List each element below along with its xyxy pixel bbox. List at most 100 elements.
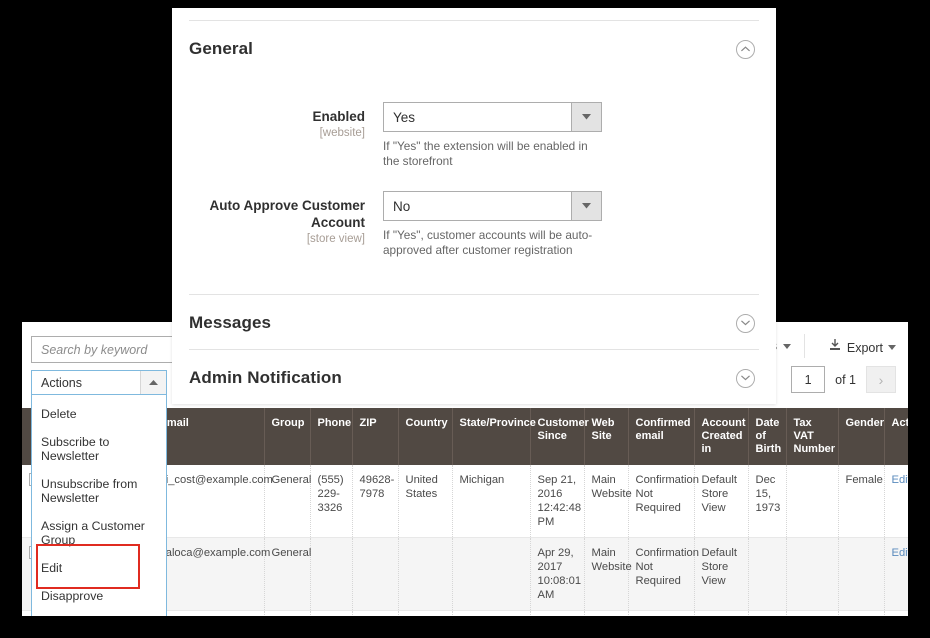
cell-confirmed-email: Confirmation Not Required [628, 537, 699, 611]
enabled-select-value: Yes [393, 109, 416, 125]
export-control[interactable]: Export [828, 338, 896, 357]
th-confirmed-email[interactable]: Confirmed email [628, 408, 695, 465]
th-tax-vat-number[interactable]: Tax VAT Number [786, 408, 839, 465]
auto-approve-select-value: No [393, 198, 411, 214]
cell-dob [748, 537, 787, 611]
cell-tax-vat [786, 465, 839, 538]
section-title-admin-notification: Admin Notification [189, 368, 342, 387]
section-header-admin-notification[interactable]: Admin Notification [189, 350, 759, 404]
system-config-modal: General Enabled [website] Yes If "Yes" t… [172, 8, 776, 404]
cell-email: naloca@example.com [152, 537, 270, 611]
cell-group: General [264, 537, 311, 611]
actions-dropdown-label: Actions [41, 375, 82, 390]
field-enabled: Enabled [website] Yes If "Yes" the exten… [189, 102, 759, 169]
page-next-button[interactable]: › [866, 366, 896, 393]
th-state-province[interactable]: State/Province [452, 408, 536, 465]
action-item-disapprove[interactable]: Disapprove [32, 582, 166, 610]
th-email[interactable]: Email [152, 408, 265, 465]
th-customer-since[interactable]: Customer Since [530, 408, 589, 465]
section-header-messages[interactable]: Messages [189, 295, 759, 349]
cell-country [398, 610, 453, 616]
cell-customer-since: Dec 25, 2018 11:29:38 PM [530, 610, 585, 616]
enabled-select[interactable]: Yes [383, 102, 602, 132]
cell-account-created-in: Default Store View [694, 610, 749, 616]
field-enabled-label: Enabled [312, 109, 365, 124]
chevron-down-icon[interactable] [571, 192, 601, 220]
actions-dropdown-button[interactable]: Actions [31, 370, 167, 395]
field-enabled-control: Yes If "Yes" the extension will be enabl… [383, 102, 759, 169]
field-auto-approve-note: If "Yes", customer accounts will be auto… [383, 228, 593, 257]
cell-action: Edit [884, 537, 909, 611]
section-title-messages: Messages [189, 313, 272, 332]
cell-state [452, 610, 531, 616]
cell-customer-since: Sep 21, 2016 12:42:48 PM [530, 465, 585, 538]
field-enabled-scope: [website] [319, 127, 365, 139]
cell-dob: Dec 15, 1973 [748, 465, 787, 538]
th-gender[interactable]: Gender [838, 408, 885, 465]
chevron-up-circle-icon[interactable] [736, 39, 755, 59]
cell-action: Edit [884, 465, 908, 538]
cell-action: Edit [884, 610, 908, 616]
export-label: Export [846, 340, 883, 355]
field-auto-approve-scope: [store view] [306, 233, 365, 245]
cell-gender: Female [838, 465, 885, 538]
chevron-down-icon[interactable] [571, 103, 601, 131]
action-item-unsubscribe-newsletter[interactable]: Unsubscribe from Newsletter [32, 470, 150, 512]
th-country[interactable]: Country [398, 408, 453, 465]
th-action[interactable]: Action [884, 408, 908, 465]
cell-web-site: Main Website [584, 537, 632, 611]
cell-state [452, 537, 531, 611]
th-date-of-birth[interactable]: Date of Birth [748, 408, 787, 465]
action-item-assign-customer-group[interactable]: Assign a Customer Group [32, 512, 166, 554]
chevron-down-circle-icon[interactable] [736, 368, 755, 388]
cell-web-site: Main Website [584, 610, 629, 616]
action-item-delete[interactable]: Delete [32, 400, 166, 428]
cell-zip: 49628-7978 [352, 465, 399, 538]
th-group[interactable]: Group [264, 408, 311, 465]
cell-customer-since: Apr 29, 2017 10:08:01 AM [530, 537, 585, 611]
cell-zip [352, 610, 399, 616]
cell-country: United States [398, 465, 453, 538]
cell-zip [352, 537, 399, 611]
chevron-down-icon [888, 345, 896, 350]
cell-phone [310, 537, 353, 611]
auto-approve-select[interactable]: No [383, 191, 602, 221]
action-item-approve[interactable]: Approve [32, 610, 166, 616]
th-zip[interactable]: ZIP [352, 408, 399, 465]
cell-phone [310, 610, 353, 616]
cell-email: joej@gmail.com [152, 610, 265, 616]
action-item-edit[interactable]: Edit [32, 554, 166, 582]
chevron-down-icon [783, 343, 791, 349]
th-account-created-in[interactable]: Account Created in [694, 408, 749, 465]
cell-tax-vat [786, 537, 839, 611]
field-auto-approve: Auto Approve Customer Account [store vie… [189, 191, 759, 258]
cell-account-created-in: Default Store View [694, 465, 749, 538]
page-total-label: of 1 [835, 372, 856, 387]
chevron-down-circle-icon[interactable] [736, 313, 755, 333]
th-web-site[interactable]: Web Site [584, 408, 629, 465]
cell-confirmed-email: Confirmation Not Required [628, 610, 695, 616]
actions-dropdown[interactable]: Actions Delete Subscribe to Newsletter U… [31, 370, 167, 616]
cell-country [398, 537, 453, 611]
section-title-general: General [189, 39, 254, 58]
chevron-up-icon[interactable] [140, 371, 166, 394]
th-phone[interactable]: Phone [310, 408, 353, 465]
cell-web-site: Main Website [584, 465, 632, 538]
section-header-general[interactable]: General [189, 21, 759, 75]
cell-email: hi_cost@example.com [152, 465, 273, 538]
edit-link[interactable]: Edit [892, 474, 909, 486]
field-enabled-note: If "Yes" the extension will be enabled i… [383, 139, 588, 168]
chevron-right-icon: › [878, 371, 884, 388]
actions-dropdown-menu: Delete Subscribe to Newsletter Unsubscri… [31, 395, 167, 616]
edit-link[interactable]: Edit [892, 547, 909, 559]
cell-confirmed-email: Confirmation Not Required [628, 465, 699, 538]
cell-account-created-in: Default Store View [694, 537, 749, 611]
page-number-input[interactable] [791, 366, 826, 393]
cell-gender [838, 537, 885, 611]
cell-tax-vat [786, 610, 839, 616]
cell-gender [838, 610, 885, 616]
cell-state: Michigan [452, 465, 531, 538]
toolbar-divider [804, 334, 805, 358]
cell-phone: (555) 229-3326 [310, 465, 353, 538]
action-item-subscribe-newsletter[interactable]: Subscribe to Newsletter [32, 428, 166, 470]
